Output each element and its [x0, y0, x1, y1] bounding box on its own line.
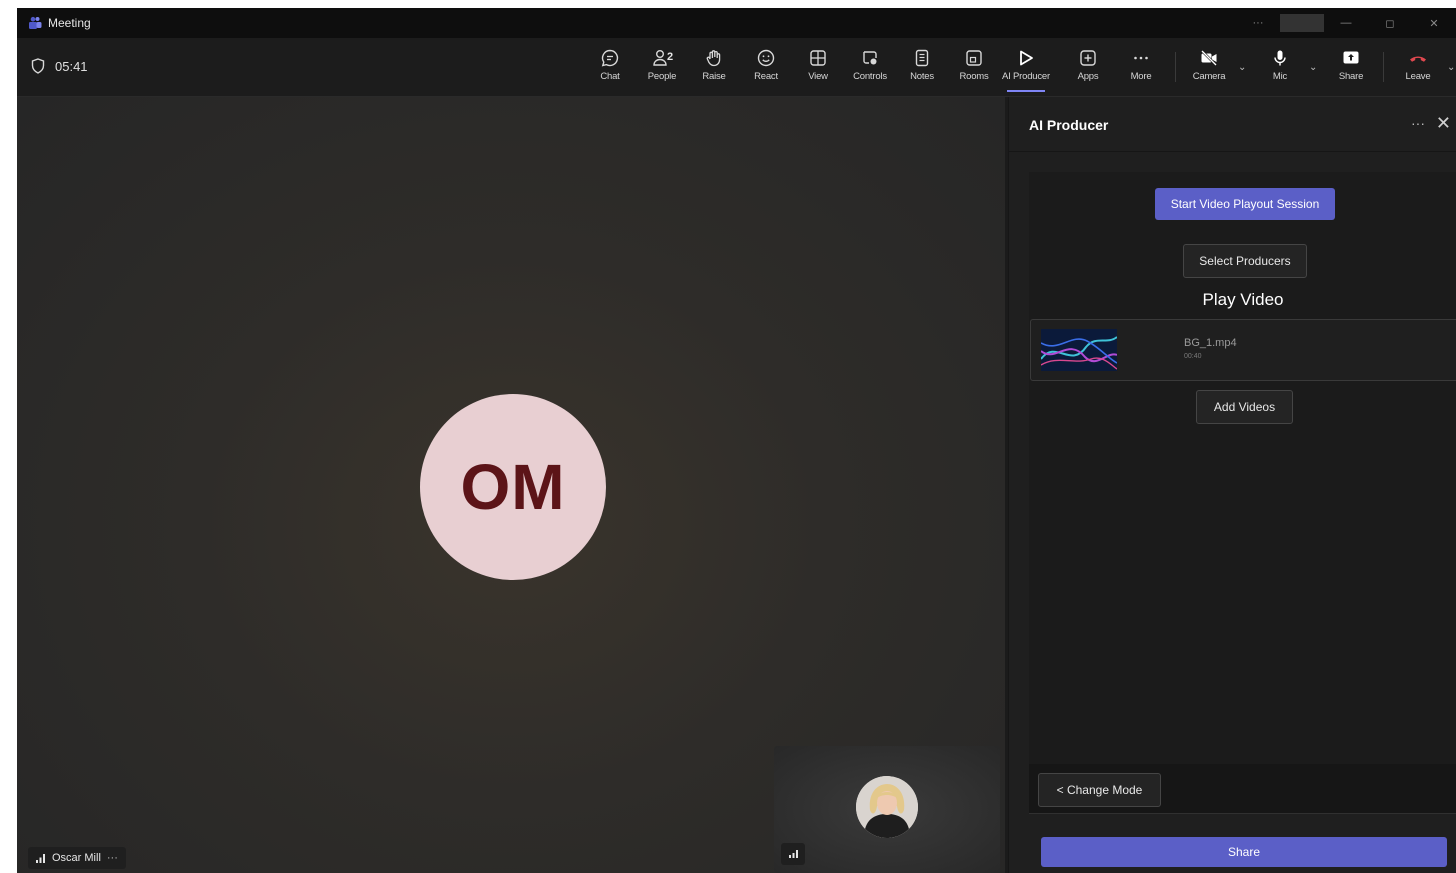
mic-button[interactable]: Mic: [1255, 48, 1305, 88]
toolbar-divider: [1383, 52, 1384, 82]
more-button[interactable]: More: [1116, 48, 1166, 88]
leave-button[interactable]: Leave: [1393, 48, 1443, 88]
controls-label: Controls: [853, 71, 887, 82]
change-mode-button[interactable]: < Change Mode: [1038, 773, 1161, 807]
more-label: More: [1130, 71, 1152, 82]
grid-icon: [810, 50, 826, 66]
camera-options-chevron-icon[interactable]: ⌄: [1238, 62, 1246, 73]
rooms-button[interactable]: Rooms: [949, 48, 999, 88]
panel-close-icon[interactable]: ✕: [1436, 113, 1451, 134]
signal-icon: [36, 853, 45, 863]
people-button[interactable]: 2 People: [637, 48, 687, 88]
rooms-label: Rooms: [959, 71, 989, 82]
camera-off-icon: [1201, 50, 1217, 66]
raise-label: Raise: [702, 71, 726, 82]
window-controls-divider: [1280, 14, 1324, 32]
panel-body: Start Video Playout Session Select Produ…: [1029, 172, 1456, 764]
participant-avatar: OM: [420, 394, 606, 580]
ai-producer-panel: AI Producer ··· ✕ Start Video Playout Se…: [1008, 97, 1456, 873]
meeting-stage: OM Oscar Mill ···: [17, 97, 1005, 873]
camera-label: Camera: [1192, 71, 1226, 82]
mic-label: Mic: [1272, 71, 1288, 82]
select-producers-button[interactable]: Select Producers: [1183, 244, 1307, 278]
chat-button[interactable]: Chat: [585, 48, 635, 88]
controls-icon: [863, 51, 877, 65]
meeting-toolbar: 05:41 Chat 2 People Raise React View Con…: [17, 38, 1456, 97]
people-count-badge: 2: [667, 51, 674, 63]
raise-hand-button[interactable]: Raise: [689, 48, 739, 88]
window-controls: ··· — ◻ ✕: [1236, 8, 1456, 38]
leave-label: Leave: [1405, 71, 1431, 82]
add-app-icon: [1080, 50, 1096, 66]
notes-label: Notes: [910, 71, 934, 82]
hand-icon: [706, 50, 721, 67]
panel-mode-bar: < Change Mode: [1029, 764, 1456, 814]
microphone-icon: [1274, 50, 1286, 66]
react-label: React: [754, 71, 778, 82]
panel-title: AI Producer: [1029, 117, 1109, 133]
view-button[interactable]: View: [793, 48, 843, 88]
window-more-button[interactable]: ···: [1236, 17, 1280, 29]
title-bar: Meeting ··· — ◻ ✕: [17, 8, 1456, 38]
video-thumbnail: [1041, 329, 1117, 371]
timer-text: 05:41: [55, 58, 88, 74]
start-video-playout-session-button[interactable]: Start Video Playout Session: [1155, 188, 1335, 220]
notes-icon: [915, 49, 929, 67]
panel-divider: [1029, 813, 1456, 814]
video-list-item[interactable]: BG_1.mp4 00:40: [1030, 319, 1456, 381]
view-label: View: [808, 71, 828, 82]
play-video-heading: Play Video: [1202, 290, 1284, 309]
self-view-tile[interactable]: [774, 746, 1000, 873]
share-label: Share: [1338, 71, 1364, 82]
close-window-button[interactable]: ✕: [1412, 17, 1456, 30]
camera-button[interactable]: Camera: [1184, 48, 1234, 88]
panel-more-icon[interactable]: ···: [1411, 115, 1425, 131]
play-icon: [1020, 50, 1033, 66]
apps-button[interactable]: Apps: [1063, 48, 1113, 88]
leave-options-chevron-icon[interactable]: ⌄: [1447, 62, 1455, 73]
controls-button[interactable]: Controls: [845, 48, 895, 88]
video-file-name: BG_1.mp4: [1184, 337, 1237, 349]
window-title: Meeting: [48, 16, 91, 30]
react-button[interactable]: React: [741, 48, 791, 88]
meeting-timer: 05:41: [31, 58, 88, 74]
panel-header: AI Producer ··· ✕: [1009, 97, 1456, 152]
teams-logo-icon: [28, 16, 42, 30]
mic-options-chevron-icon[interactable]: ⌄: [1309, 62, 1317, 73]
more-icon: [1134, 56, 1148, 60]
video-duration: 00:40: [1184, 353, 1202, 360]
participant-more-icon[interactable]: ···: [107, 852, 118, 864]
hang-up-icon: [1410, 56, 1426, 62]
self-avatar-photo: [856, 776, 918, 838]
chat-label: Chat: [600, 71, 620, 82]
ai-producer-button[interactable]: AI Producer: [1001, 48, 1051, 92]
people-label: People: [647, 71, 677, 82]
emoji-icon: [757, 49, 775, 67]
restore-button[interactable]: ◻: [1368, 17, 1412, 30]
share-screen-button[interactable]: Share: [1326, 48, 1376, 88]
share-screen-icon: [1343, 51, 1359, 64]
shield-icon: [31, 58, 45, 74]
signal-icon: [788, 850, 798, 858]
rooms-icon: [966, 50, 982, 66]
self-signal-indicator: [781, 843, 805, 865]
apps-label: Apps: [1077, 71, 1099, 82]
participant-name-tag[interactable]: Oscar Mill ···: [28, 847, 126, 869]
meeting-window: Meeting ··· — ◻ ✕ 05:41 Chat 2 People Ra…: [17, 8, 1456, 873]
toolbar-divider: [1175, 52, 1176, 82]
add-videos-button[interactable]: Add Videos: [1196, 390, 1293, 424]
participant-name: Oscar Mill: [52, 852, 101, 864]
minimize-button[interactable]: —: [1324, 17, 1368, 29]
notes-button[interactable]: Notes: [897, 48, 947, 88]
ai-producer-label: AI Producer: [1002, 71, 1050, 82]
chat-icon: [601, 49, 619, 67]
share-button[interactable]: Share: [1041, 837, 1447, 867]
